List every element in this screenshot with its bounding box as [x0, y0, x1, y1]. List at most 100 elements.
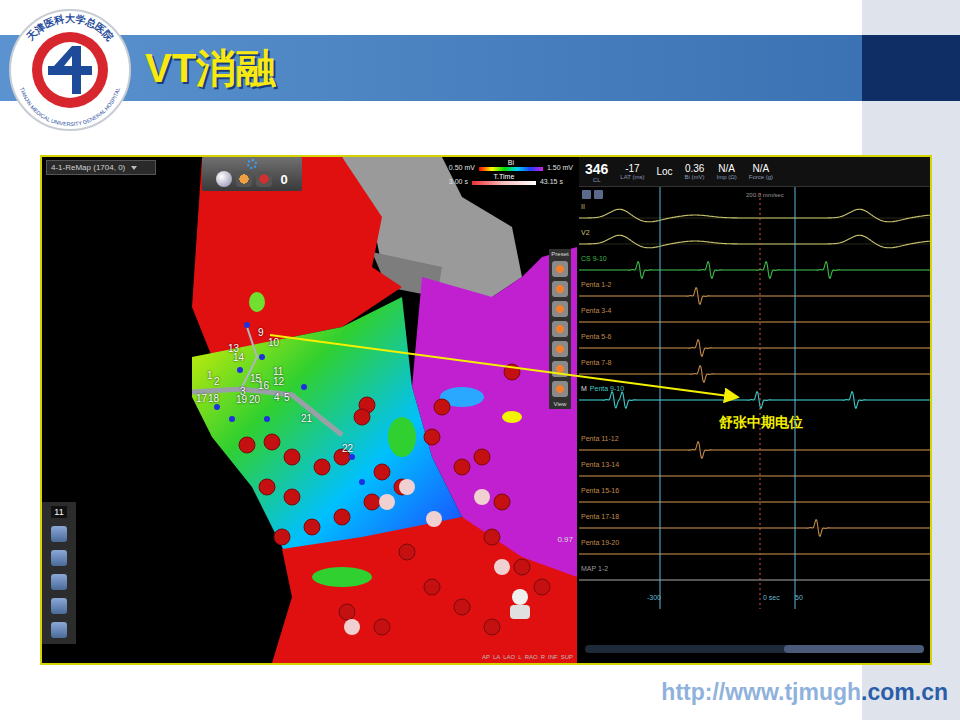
channel-label: CS 9-10	[581, 255, 607, 262]
sphere-icon[interactable]	[216, 171, 232, 187]
readout: -17LAT (ms)	[620, 163, 644, 180]
channel-trace	[579, 512, 930, 538]
channel-label: Penta 13-14	[581, 461, 619, 468]
electrode-label: 22	[342, 444, 353, 454]
map-tool-icon[interactable]	[552, 321, 568, 337]
map-toolbar: 0	[202, 157, 302, 191]
map-point	[301, 384, 307, 390]
channel-row: V2	[579, 228, 930, 254]
ablation-point	[434, 399, 450, 415]
channel-row: MPenta 9-10舒张中期电位	[579, 384, 930, 434]
map-point	[229, 416, 235, 422]
channel-trace	[579, 358, 930, 384]
channel-label: MPenta 9-10	[581, 385, 624, 392]
channel-trace	[579, 202, 930, 228]
ablation-point	[374, 619, 390, 635]
channel-trace	[579, 538, 930, 564]
toolbar-count: 0	[276, 172, 287, 187]
ablation-point	[264, 434, 280, 450]
channel-label: Penta 5-6	[581, 333, 611, 340]
orientation-button[interactable]: SUP	[561, 654, 573, 660]
sweep-speed: 200.0 mm/sec	[746, 192, 784, 198]
view-button[interactable]: View	[554, 401, 567, 407]
ablation-point	[424, 429, 440, 445]
map-tool-icon[interactable]	[552, 301, 568, 317]
title-band: VT消融	[0, 35, 960, 101]
orientation-button[interactable]: INF	[548, 654, 558, 660]
channel-row: CS 9-10	[579, 254, 930, 280]
ablation-point	[454, 459, 470, 475]
orientation-button[interactable]: LAO	[503, 654, 515, 660]
ablation-point	[304, 519, 320, 535]
legend-bar	[479, 167, 543, 171]
trace-panel: 346CL-17LAT (ms)Loc0.36Bi (mV)N/AImp (Ω)…	[579, 157, 930, 663]
slide: 天津医科大学总医院TIANJIN MEDICAL UNIVERSITY GENE…	[0, 0, 960, 720]
scroll-thumb[interactable]	[784, 645, 924, 653]
orientation-button[interactable]: RAO	[525, 654, 538, 660]
ablation-point	[379, 494, 395, 510]
zoom-icon[interactable]	[582, 190, 591, 199]
ablation-point	[474, 449, 490, 465]
map-tool-icon[interactable]	[51, 574, 67, 590]
map-tool-icon[interactable]	[51, 622, 67, 638]
ablation-point	[334, 509, 350, 525]
ablation-point	[494, 494, 510, 510]
readout: N/AForce (g)	[749, 163, 773, 180]
ablation-point	[284, 449, 300, 465]
channel-label: MAP 1-2	[581, 565, 608, 572]
readout: N/AImp (Ω)	[717, 163, 737, 180]
electrode-label: 4	[274, 393, 280, 403]
ablation-point	[374, 464, 390, 480]
channel-trace	[579, 254, 930, 280]
ablation-point	[239, 437, 255, 453]
map-tool-icon[interactable]	[552, 281, 568, 297]
axis-label: 0 sec	[763, 594, 780, 601]
orientation-button[interactable]: AP	[482, 654, 490, 660]
map-legend: 3.00 sT.Time43.15 s	[449, 173, 573, 185]
map-tool-icon[interactable]	[51, 550, 67, 566]
dropdown-caret-icon	[131, 166, 137, 170]
ablation-point	[424, 579, 440, 595]
ablation-point	[426, 511, 442, 527]
electrode-label: 21	[301, 414, 312, 424]
ablation-point	[514, 559, 530, 575]
map-tool-icon[interactable]	[552, 341, 568, 357]
channel-row: Penta 17-18	[579, 512, 930, 538]
map-left-toolbar: 11	[42, 502, 76, 644]
map-tool-icon[interactable]	[51, 526, 67, 542]
channel-label: Penta 19-20	[581, 539, 619, 546]
gear-icon[interactable]	[247, 159, 257, 169]
preset-button[interactable]: Preset	[551, 251, 568, 257]
map-tool-icon[interactable]	[552, 361, 568, 377]
mapping-screenshot: 4-1-ReMap (1704, 0) 0 0.50 mVBi1.50 mV 3.00…	[40, 155, 932, 665]
legend-bar	[472, 181, 536, 185]
map-legend: 0.50 mVBi1.50 mV	[449, 159, 573, 171]
channel-trace	[579, 564, 930, 590]
map-dropdown[interactable]: 4-1-ReMap (1704, 0)	[46, 160, 156, 175]
electrode-label: 9	[258, 328, 264, 338]
ablation-point	[504, 364, 520, 380]
electrode-label: 2	[214, 377, 220, 387]
map-point	[264, 416, 270, 422]
trace-scrollbar[interactable]	[585, 645, 924, 653]
map-point	[244, 322, 250, 328]
channel-trace	[579, 228, 930, 254]
orientation-button[interactable]: L	[518, 654, 521, 660]
map-tool-icon[interactable]	[552, 261, 568, 277]
website-url[interactable]: http://www.tjmugh.com.cn	[661, 679, 948, 706]
orientation-button[interactable]: LA	[493, 654, 500, 660]
layout-icon[interactable]	[594, 190, 603, 199]
channel-row: Penta 3-4	[579, 306, 930, 332]
ablation-point	[339, 604, 355, 620]
map-tool-icon[interactable]	[552, 381, 568, 397]
map-tool-icon[interactable]	[51, 598, 67, 614]
channel-row: Penta 7-8	[579, 358, 930, 384]
orientation-button[interactable]: R	[541, 654, 545, 660]
ablation-point	[399, 479, 415, 495]
heart-tag-icon[interactable]	[256, 171, 272, 187]
heart-icon[interactable]	[236, 171, 252, 187]
map-point	[237, 367, 243, 373]
channel-row: Penta 13-14	[579, 460, 930, 486]
ablation-point	[399, 544, 415, 560]
ablation-point	[484, 529, 500, 545]
